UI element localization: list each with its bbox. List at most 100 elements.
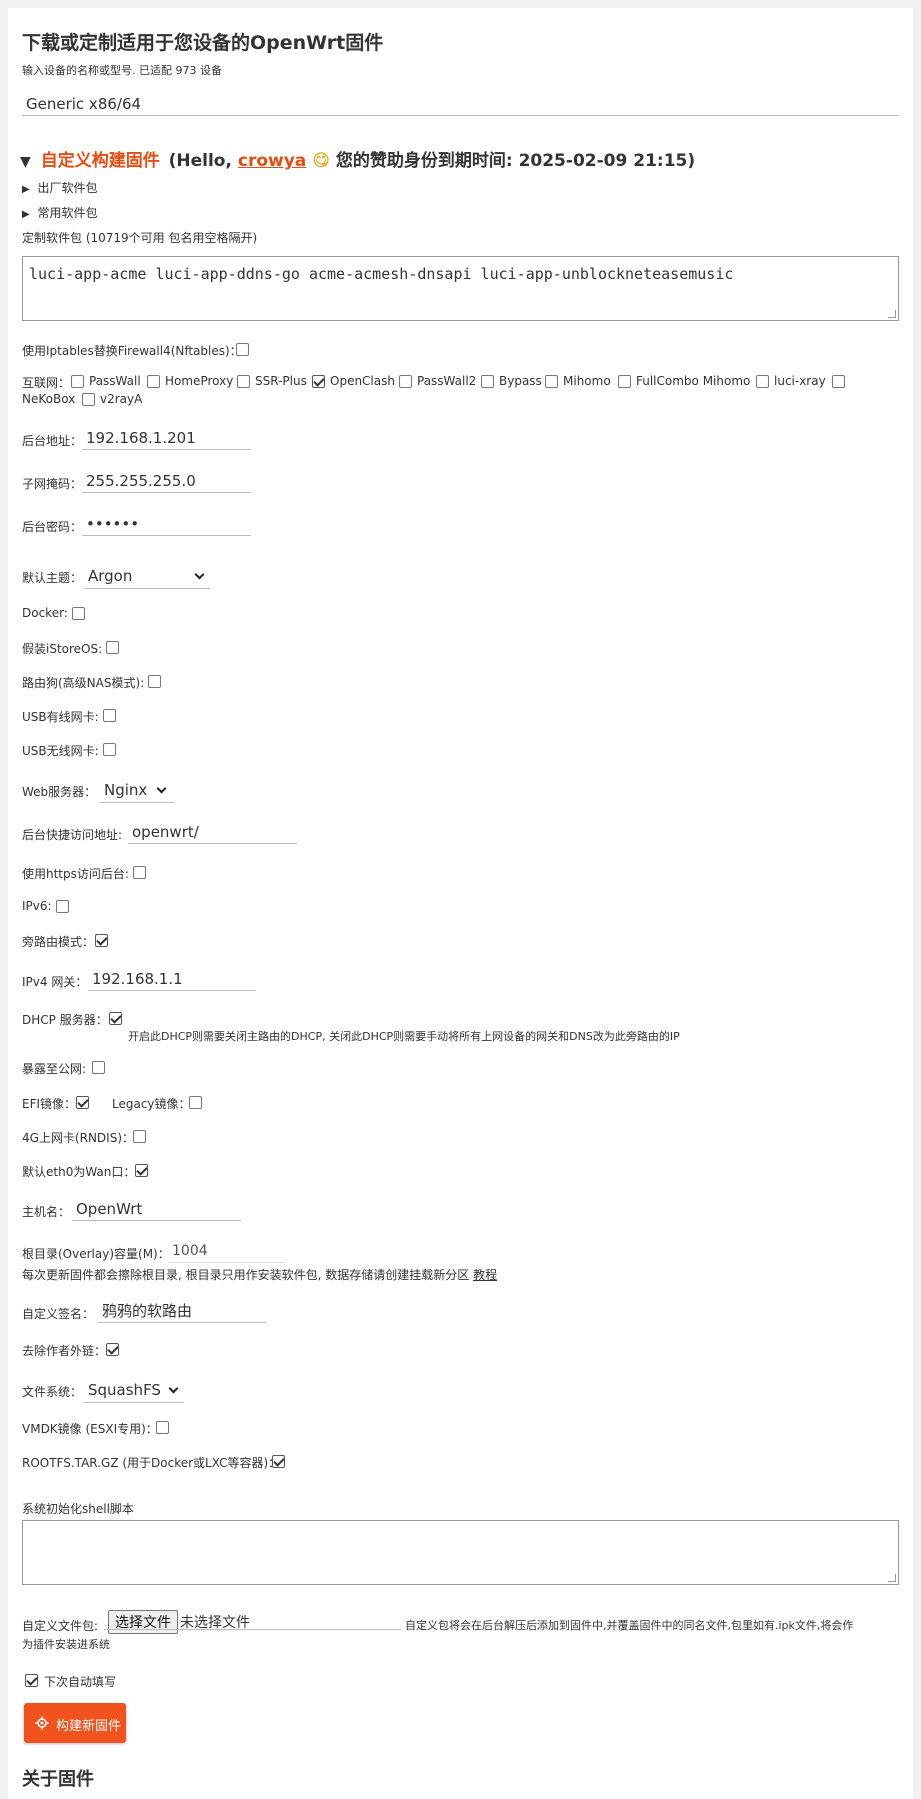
common-packages-label: 常用软件包 — [37, 206, 98, 220]
remove-author-checkbox[interactable] — [106, 1343, 119, 1356]
chevron-down-icon — [156, 783, 167, 794]
page-title: 下载或定制适用于您设备的OpenWrt固件 — [22, 32, 384, 54]
admin-addr-label: 后台地址： — [22, 434, 83, 448]
shell-label: 系统初始化shell脚本 — [22, 1502, 134, 1516]
shell-textarea[interactable] — [22, 1520, 899, 1585]
page-subtitle: 输入设备的名称或型号. 已适配 973 设备 — [22, 64, 222, 77]
autofill-checkbox[interactable] — [25, 1674, 38, 1687]
internet-label: 互联网： — [22, 376, 71, 390]
iptables-checkbox[interactable] — [236, 343, 249, 356]
dhcp-checkbox[interactable] — [109, 1012, 122, 1025]
efi-label: EFI镜像： — [22, 1097, 77, 1111]
vmdk-checkbox[interactable] — [156, 1421, 169, 1434]
rndis-label: 4G上网卡(RNDIS)： — [22, 1131, 135, 1145]
gear-icon — [35, 1716, 49, 1730]
v2raya-checkbox[interactable] — [82, 393, 95, 406]
signature-label: 自定义签名： — [22, 1307, 95, 1321]
nas-checkbox[interactable] — [148, 675, 161, 688]
passwall-label: PassWall — [89, 374, 141, 388]
collapsed-triangle-icon: ▶ — [22, 209, 30, 220]
https-checkbox[interactable] — [133, 866, 146, 879]
overlay-note-text: 每次更新固件都会擦除根目录, 根目录只用作安装软件包, 数据存储请创建挂载新分区 — [22, 1268, 474, 1282]
autofill-label: 下次自动填写 — [44, 1675, 117, 1689]
netmask-input[interactable] — [82, 469, 251, 493]
username-link[interactable]: crowya — [238, 151, 306, 171]
factory-packages-label: 出厂软件包 — [37, 181, 98, 195]
usb-wired-checkbox[interactable] — [103, 709, 116, 722]
rndis-checkbox[interactable] — [133, 1130, 146, 1143]
passwall-checkbox[interactable] — [71, 375, 84, 388]
packages-textarea[interactable]: luci-app-acme luci-app-ddns-go acme-acme… — [22, 256, 899, 321]
usb-wired-label: USB有线网卡: — [22, 710, 99, 724]
gateway-input[interactable] — [88, 967, 256, 991]
signature-input[interactable] — [98, 1299, 266, 1323]
custom-packages-label: 定制软件包 (10719个可用 包名用空格隔开) — [22, 231, 258, 245]
choose-file-button[interactable]: 选择文件 — [108, 1610, 178, 1634]
chevron-down-icon — [168, 1383, 179, 1394]
chevron-down-icon — [194, 569, 205, 580]
theme-value: Argon — [88, 567, 133, 585]
web-server-value: Nginx — [104, 781, 148, 799]
dhcp-label: DHCP 服务器： — [22, 1013, 108, 1027]
bypass-mode-checkbox[interactable] — [95, 934, 108, 947]
rootfs-checkbox[interactable] — [272, 1455, 285, 1468]
shortcut-input[interactable] — [128, 820, 297, 844]
v2raya-label: v2rayA — [100, 392, 143, 406]
sponsor-text: 您的赞助身份到期时间: 2025-02-09 21:15) — [335, 151, 696, 171]
homeproxy-label: HomeProxy — [165, 374, 234, 388]
custom-build-title: 自定义构建固件 — [40, 151, 160, 171]
passwall2-checkbox[interactable] — [399, 375, 412, 388]
admin-addr-input[interactable] — [82, 426, 251, 450]
file-input-underline — [104, 1629, 401, 1630]
homeproxy-checkbox[interactable] — [147, 375, 160, 388]
legacy-checkbox[interactable] — [189, 1096, 202, 1109]
common-packages-toggle[interactable]: ▶ 常用软件包 — [22, 204, 98, 221]
luci-xray-label: luci-xray — [774, 374, 826, 388]
openclash-checkbox[interactable] — [312, 375, 325, 388]
resize-grip-icon[interactable] — [888, 310, 896, 318]
ipv6-checkbox[interactable] — [56, 900, 69, 913]
bypass-checkbox[interactable] — [481, 375, 494, 388]
build-button[interactable]: 构建新固件 — [24, 1703, 126, 1743]
istoreos-checkbox[interactable] — [106, 641, 119, 654]
fs-select[interactable]: SquashFS — [84, 1379, 184, 1403]
bypass-mode-label: 旁路由模式： — [22, 935, 95, 949]
nekobox-checkbox[interactable] — [832, 375, 845, 388]
nas-label: 路由狗(高级NAS模式): — [22, 676, 145, 690]
luci-xray-checkbox[interactable] — [756, 375, 769, 388]
public-checkbox[interactable] — [92, 1061, 105, 1074]
resize-grip-icon[interactable] — [888, 1574, 896, 1582]
hello-prefix: (Hello, — [168, 151, 238, 171]
ipv6-label: IPv6: — [22, 899, 52, 913]
overlay-input[interactable] — [168, 1239, 286, 1263]
mihomo-checkbox[interactable] — [545, 375, 558, 388]
efi-checkbox[interactable] — [76, 1096, 89, 1109]
file-label: 自定义文件包: — [22, 1619, 99, 1633]
fullcombo-mihomo-checkbox[interactable] — [618, 375, 631, 388]
docker-checkbox[interactable] — [72, 607, 85, 620]
ssr-plus-checkbox[interactable] — [237, 375, 250, 388]
openclash-label: OpenClash — [330, 374, 395, 388]
factory-packages-toggle[interactable]: ▶ 出厂软件包 — [22, 179, 98, 196]
main-card: 下载或定制适用于您设备的OpenWrt固件 输入设备的名称或型号. 已适配 97… — [8, 8, 913, 1799]
gateway-label: IPv4 网关： — [22, 975, 88, 989]
web-server-label: Web服务器： — [22, 785, 97, 799]
hostname-input[interactable] — [72, 1197, 241, 1221]
docker-label: Docker: — [22, 606, 68, 620]
web-server-select[interactable]: Nginx — [100, 779, 174, 803]
tutorial-link[interactable]: 教程 — [473, 1268, 497, 1282]
theme-select[interactable]: Argon — [84, 565, 210, 589]
vmdk-label: VMDK镜像 (ESXI专用)： — [22, 1422, 158, 1436]
eth0-checkbox[interactable] — [135, 1164, 148, 1177]
usb-wireless-checkbox[interactable] — [103, 743, 116, 756]
shortcut-label: 后台快捷访问地址: — [22, 828, 123, 842]
password-input[interactable] — [82, 512, 251, 536]
fs-value: SquashFS — [88, 1381, 161, 1399]
bypass-label: Bypass — [499, 374, 542, 388]
file-note-2: 为插件安装进系统 — [22, 1638, 110, 1651]
file-note-1: 自定义包将会在后台解压后添加到固件中,并覆盖固件中的同名文件,包里如有.ipk文… — [405, 1619, 854, 1632]
custom-build-summary[interactable]: ▼ 自定义构建固件 (Hello, crowya 😋 您的赞助身份到期时间: 2… — [20, 146, 695, 171]
ssr-plus-label: SSR-Plus — [255, 374, 307, 388]
rootfs-label: ROOTFS.TAR.GZ (用于Docker或LXC等容器)： — [22, 1456, 281, 1470]
device-search-input[interactable] — [22, 92, 899, 116]
